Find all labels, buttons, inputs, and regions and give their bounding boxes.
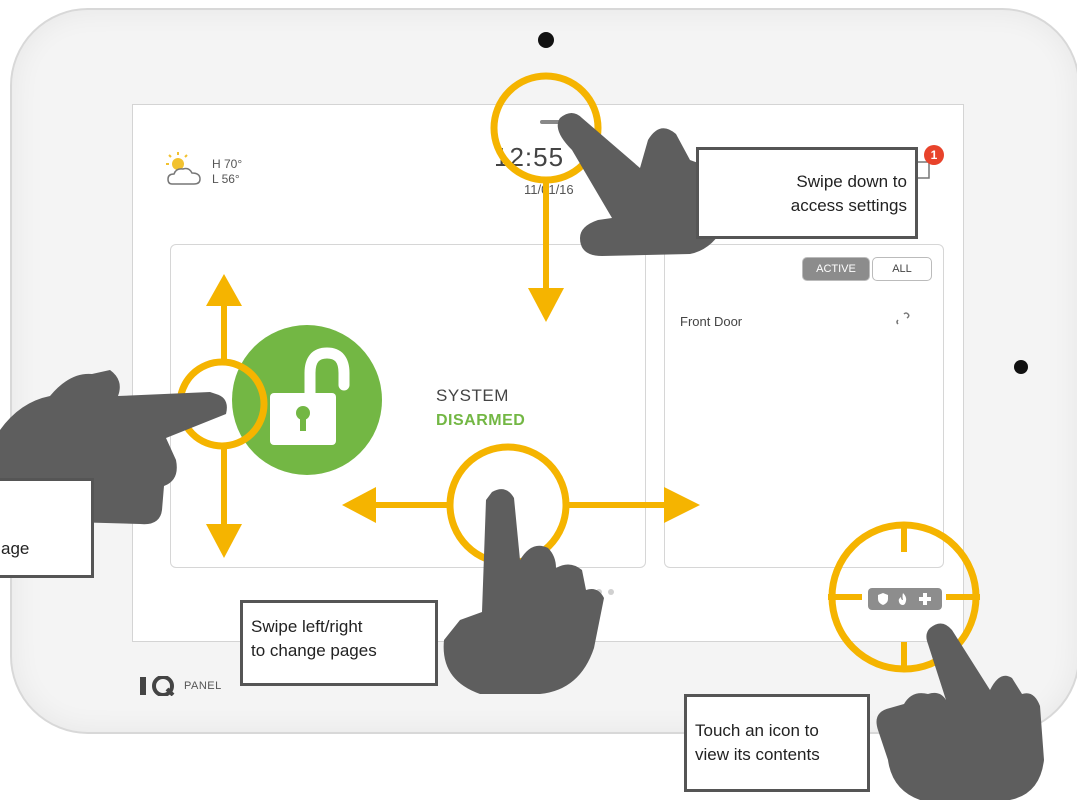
sensor-item-front-door[interactable]: Front Door xyxy=(680,314,742,329)
weather-low: L 56° xyxy=(212,172,240,186)
weather-temps: H 70° L 56° xyxy=(212,157,242,187)
iq-logo-icon xyxy=(140,676,175,696)
callout-left-partial: age xyxy=(0,478,94,578)
callout-text: age xyxy=(1,539,30,558)
callout-text: Swipe down to xyxy=(796,172,907,191)
clock-date: 11/01/16 xyxy=(524,182,574,197)
callout-touch-icon: Touch an icon to view its contents xyxy=(684,694,870,792)
side-sensor xyxy=(1014,360,1028,374)
sensor-card xyxy=(664,244,944,568)
callout-swipe-pages: Swipe left/right to change pages xyxy=(240,600,438,686)
notification-badge[interactable]: 1 xyxy=(924,145,944,165)
page-dot xyxy=(596,589,602,595)
front-camera xyxy=(538,32,554,48)
callout-text: to change pages xyxy=(251,641,377,660)
settings-pull-handle[interactable] xyxy=(540,120,572,124)
plus-icon[interactable] xyxy=(918,592,932,606)
shield-icon[interactable] xyxy=(876,592,890,606)
brand-name: PANEL xyxy=(184,680,222,692)
partly-cloudy-icon xyxy=(166,152,201,185)
tab-all[interactable]: ALL xyxy=(872,257,932,281)
clock-time: 12:55 xyxy=(494,142,565,172)
callout-swipe-down: Swipe down to access settings xyxy=(696,147,918,239)
unlocked-padlock-icon xyxy=(270,347,350,445)
weather-high: H 70° xyxy=(212,157,243,171)
fire-icon[interactable] xyxy=(896,592,910,606)
page-dot xyxy=(608,589,614,595)
system-status-label: SYSTEM xyxy=(436,386,509,405)
callout-text: access settings xyxy=(790,196,907,215)
door-open-icon xyxy=(896,312,910,325)
callout-text: view its contents xyxy=(695,745,820,764)
system-status-value: DISARMED xyxy=(436,412,526,429)
callout-text: Swipe left/right xyxy=(251,617,363,636)
callout-text: Touch an icon to xyxy=(695,721,819,740)
tab-active[interactable]: ACTIVE xyxy=(802,257,870,281)
